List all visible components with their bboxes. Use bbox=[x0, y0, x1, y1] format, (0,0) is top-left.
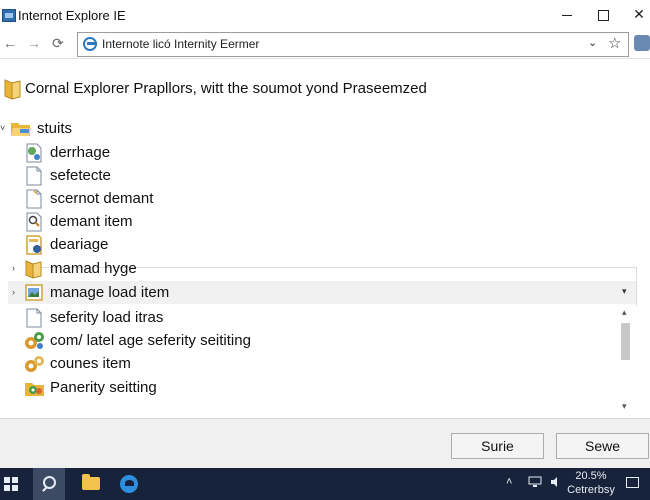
url-text: Internote licó Internity Eermer bbox=[102, 37, 260, 51]
expand-chevron-icon[interactable]: › bbox=[12, 287, 15, 297]
chevron-down-icon[interactable]: ⌄ bbox=[588, 36, 597, 49]
surie-button[interactable]: Surie bbox=[451, 433, 544, 459]
expand-chevron-icon[interactable]: › bbox=[12, 263, 15, 273]
favorite-star-icon[interactable]: ☆ bbox=[608, 34, 621, 52]
tree-item-label: derrhage bbox=[50, 144, 111, 161]
image-document-icon bbox=[24, 283, 44, 303]
folder-icon bbox=[24, 259, 44, 279]
document-icon bbox=[24, 189, 44, 209]
close-icon: ✕ bbox=[633, 6, 645, 22]
gears-icon bbox=[24, 354, 44, 374]
window-title: Internot Explore IE bbox=[18, 8, 126, 23]
gears-icon bbox=[24, 331, 44, 351]
document-icon bbox=[24, 166, 44, 186]
clock-time[interactable]: 20.5% bbox=[560, 470, 622, 482]
back-button[interactable]: ← bbox=[3, 35, 17, 51]
edge-browser-icon[interactable] bbox=[120, 475, 138, 493]
tree-item[interactable]: Panerity seitting bbox=[0, 376, 650, 399]
search-icon[interactable] bbox=[33, 468, 65, 500]
notification-icon[interactable] bbox=[626, 477, 639, 488]
tree-item[interactable]: deariage bbox=[0, 233, 650, 256]
shield-document-icon bbox=[24, 235, 44, 255]
tree-item[interactable]: seferity load itras bbox=[0, 306, 650, 329]
tree-item-selected[interactable]: › manage load item ▾ bbox=[8, 281, 636, 304]
file-explorer-icon[interactable] bbox=[82, 474, 100, 490]
expand-chevron-icon[interactable]: ˅ bbox=[0, 123, 5, 133]
settings-file-icon bbox=[24, 143, 44, 163]
app-icon bbox=[2, 9, 16, 22]
folder-icon bbox=[4, 78, 22, 105]
ie-logo-icon bbox=[83, 37, 97, 51]
tree-item-label: sefetecte bbox=[50, 167, 111, 184]
tree-item-label: mamad hyge bbox=[50, 260, 137, 277]
windows-start-icon[interactable] bbox=[4, 477, 18, 491]
sewe-button[interactable]: Sewe bbox=[556, 433, 649, 459]
taskbar: ˄ 20.5% Cetrerbsy bbox=[0, 468, 650, 500]
tree-item-label: scernot demant bbox=[50, 190, 154, 207]
tree-item-label: counes item bbox=[50, 355, 131, 372]
extension-icon[interactable] bbox=[634, 35, 650, 51]
tree-item-label: seferity load itras bbox=[50, 309, 164, 326]
chevron-down-icon[interactable]: ▾ bbox=[622, 286, 627, 297]
minimize-icon bbox=[562, 14, 572, 16]
url-input[interactable]: Internote licó Internity Eermer ⌄ ☆ bbox=[77, 32, 629, 57]
address-bar: ← → ⟳ Internote licó Internity Eermer ⌄ … bbox=[0, 30, 650, 59]
forward-button[interactable]: → bbox=[27, 35, 41, 51]
title-bar: Internot Explore IE ✕ bbox=[0, 0, 650, 30]
tree-item[interactable]: demant item bbox=[0, 210, 650, 233]
tree-item[interactable]: counes item bbox=[0, 352, 650, 375]
scroll-up-icon[interactable]: ▴ bbox=[622, 307, 627, 318]
tree-item[interactable]: derrhage bbox=[0, 141, 650, 164]
search-document-icon bbox=[24, 212, 44, 232]
minimize-button[interactable] bbox=[552, 4, 582, 24]
refresh-button[interactable]: ⟳ bbox=[52, 35, 64, 52]
document-icon bbox=[24, 308, 44, 328]
gears-folder-icon bbox=[24, 378, 44, 398]
tree-root-label: stuits bbox=[37, 120, 73, 137]
tree-item-label: manage load item bbox=[50, 284, 170, 301]
tree-item-label: com/ latel age seferity seititing bbox=[50, 332, 251, 349]
tree-item[interactable]: sefetecte bbox=[0, 164, 650, 187]
tray-chevron-icon[interactable]: ˄ bbox=[506, 476, 512, 488]
vertical-scrollbar[interactable]: ▴ ▾ bbox=[618, 307, 634, 415]
tree-item[interactable]: com/ latel age seferity seititing bbox=[0, 329, 650, 352]
tree-item[interactable]: › mamad hyge bbox=[0, 257, 650, 280]
network-icon[interactable] bbox=[528, 476, 542, 491]
open-folder-icon bbox=[10, 119, 31, 139]
tree-item[interactable]: scernot demant bbox=[0, 187, 650, 210]
maximize-icon bbox=[597, 9, 609, 21]
scroll-down-icon[interactable]: ▾ bbox=[622, 401, 627, 412]
scroll-thumb[interactable] bbox=[621, 323, 630, 360]
tree-item-label: Panerity seitting bbox=[50, 379, 157, 396]
tree-item-label: deariage bbox=[50, 236, 109, 253]
dialog-footer: Surie Sewe bbox=[0, 418, 650, 469]
close-button[interactable]: ✕ bbox=[624, 4, 650, 24]
tree-root[interactable]: ˅ stuits bbox=[0, 117, 650, 140]
clock-date[interactable]: Cetrerbsy bbox=[560, 484, 622, 496]
tree-item-label: demant item bbox=[50, 213, 133, 230]
maximize-button[interactable] bbox=[588, 4, 618, 24]
page-heading: Cornal Explorer Prapllors, witt the soum… bbox=[25, 80, 427, 97]
